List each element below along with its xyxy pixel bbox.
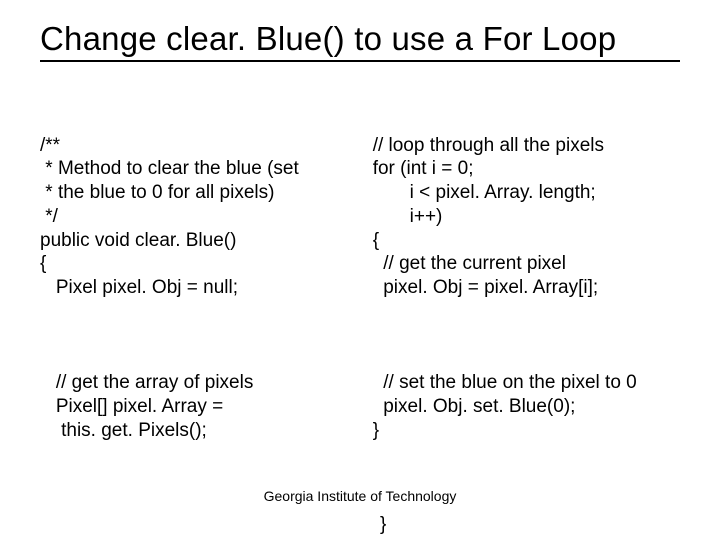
closing-brace: } xyxy=(380,514,680,536)
right-block-1: // loop through all the pixels for (int … xyxy=(373,134,680,300)
footer-text: Georgia Institute of Technology xyxy=(0,488,720,504)
slide: Change clear. Blue() to use a For Loop /… xyxy=(0,0,720,540)
right-block-2: // set the blue on the pixel to 0 pixel.… xyxy=(373,371,680,442)
code-columns: /** * Method to clear the blue (set * th… xyxy=(40,86,680,490)
slide-title: Change clear. Blue() to use a For Loop xyxy=(40,20,680,62)
left-block-1: /** * Method to clear the blue (set * th… xyxy=(40,134,333,300)
right-column: // loop through all the pixels for (int … xyxy=(373,86,680,490)
left-block-2: // get the array of pixels Pixel[] pixel… xyxy=(40,371,333,442)
left-column: /** * Method to clear the blue (set * th… xyxy=(40,86,333,490)
